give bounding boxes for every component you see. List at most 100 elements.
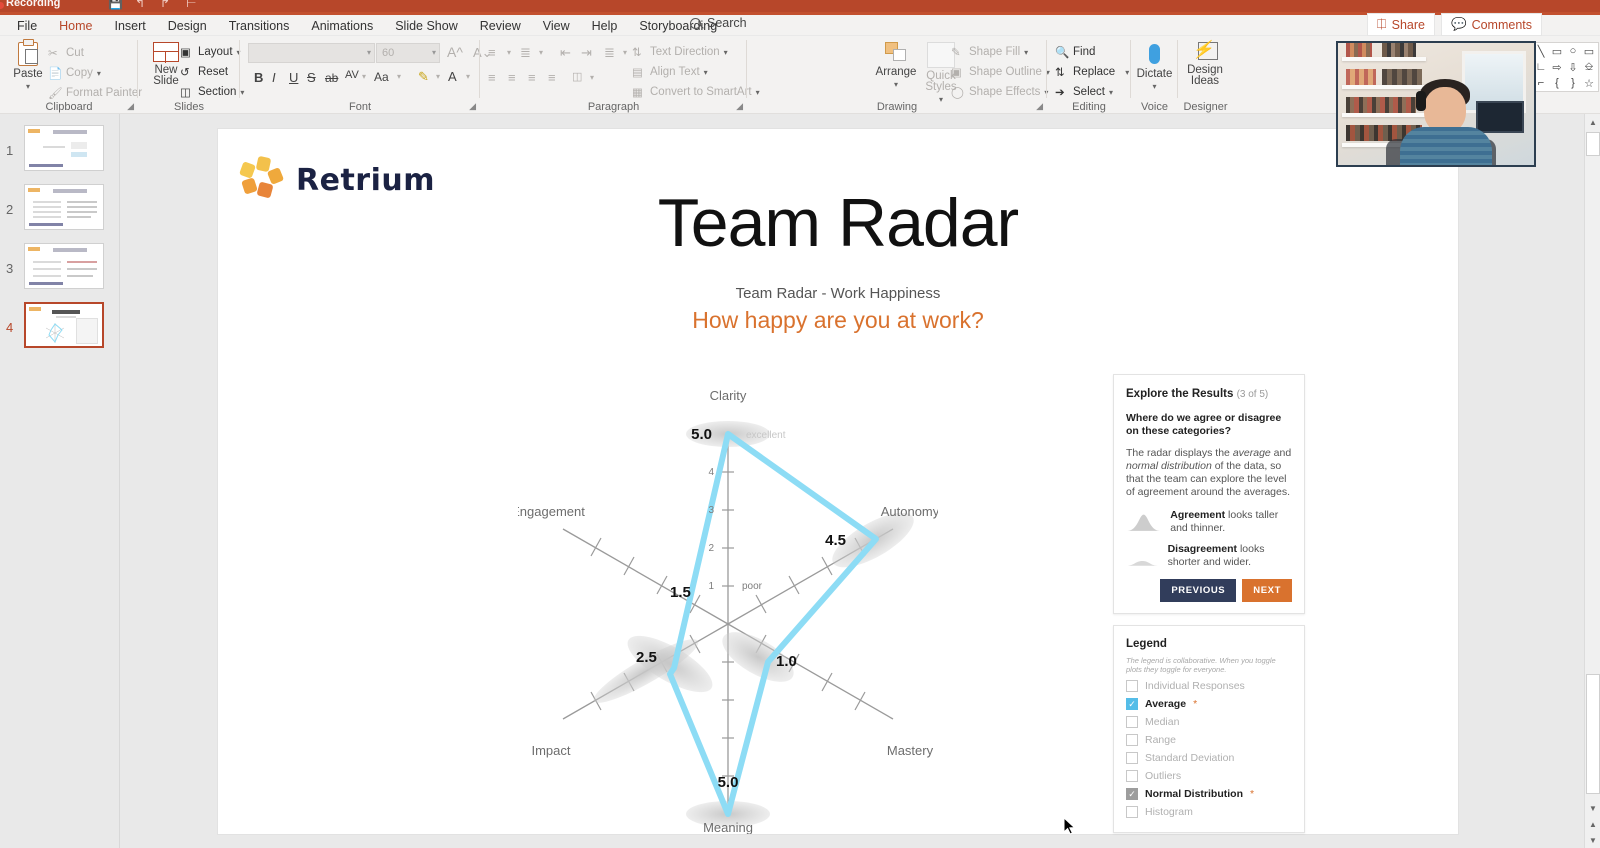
search-box[interactable]: Search	[690, 16, 747, 30]
legend-item-individual-responses[interactable]: Individual Responses	[1126, 680, 1292, 692]
align-left-button[interactable]: ≡	[488, 70, 496, 85]
strikethrough-button[interactable]: S	[307, 70, 316, 85]
legend-item-average[interactable]: ✓ Average *	[1126, 698, 1292, 710]
slide-thumbnail-3[interactable]: 3	[0, 243, 120, 301]
checkbox[interactable]	[1126, 716, 1138, 728]
chevron-down-icon[interactable]: ▾	[1109, 88, 1113, 97]
paste-button[interactable]: Paste ▾	[4, 39, 52, 92]
legend-item-range[interactable]: Range	[1126, 734, 1292, 746]
slide-thumbnail-2[interactable]: 2	[0, 184, 120, 242]
clipboard-dialog-launcher[interactable]: ◢	[127, 101, 134, 112]
increase-indent-button[interactable]: ⇥	[581, 45, 592, 61]
shape-outline-button[interactable]: ▣ Shape Outline ▾	[951, 65, 1050, 79]
shape-effects-button[interactable]: ◯ Shape Effects ▾	[951, 85, 1048, 99]
tab-review[interactable]: Review	[469, 17, 532, 35]
comments-button[interactable]: 💬 Comments	[1440, 13, 1542, 36]
tab-design[interactable]: Design	[157, 17, 218, 35]
rounded-rect-shape-icon[interactable]: ▭	[1582, 44, 1596, 58]
legend-item-standard-deviation[interactable]: Standard Deviation	[1126, 752, 1292, 764]
current-slide[interactable]: Retrium Team Radar Team Radar - Work Hap…	[218, 129, 1458, 834]
chevron-down-icon[interactable]: ▾	[1152, 82, 1156, 91]
tab-slide-show[interactable]: Slide Show	[384, 17, 469, 35]
left-brace-shape-icon[interactable]: {	[1550, 76, 1564, 90]
chevron-down-icon[interactable]: ▾	[1024, 48, 1028, 57]
elbow-arrow-icon[interactable]: ∟	[1534, 60, 1548, 74]
dictate-button[interactable]: Dictate ▾	[1131, 44, 1178, 92]
previous-button[interactable]: PREVIOUS	[1160, 579, 1237, 602]
tab-home[interactable]: Home	[48, 17, 103, 38]
replace-button[interactable]: ⇅ Replace ▾	[1055, 65, 1129, 79]
decrease-indent-button[interactable]: ⇤	[560, 45, 571, 61]
chevron-down-icon[interactable]: ▾	[724, 48, 728, 57]
tab-help[interactable]: Help	[581, 17, 629, 35]
numbering-button[interactable]: ≣	[520, 45, 531, 61]
italic-button[interactable]: I	[272, 70, 276, 85]
text-direction-button[interactable]: ⇅ Text Direction ▾	[632, 45, 728, 59]
font-color-button[interactable]: A	[448, 69, 457, 84]
chevron-down-icon[interactable]: ▾	[362, 72, 366, 81]
grow-font-button[interactable]: A^	[447, 44, 463, 60]
tab-insert[interactable]: Insert	[104, 17, 157, 35]
tab-animations[interactable]: Animations	[300, 17, 384, 35]
design-ideas-button[interactable]: ⚡ Design Ideas	[1180, 41, 1230, 87]
underline-button[interactable]: U	[289, 70, 298, 85]
select-button[interactable]: ➔ Select ▾	[1055, 85, 1113, 99]
arc-shape-icon[interactable]: ⌐	[1534, 76, 1548, 90]
align-text-button[interactable]: ▤ Align Text ▾	[632, 65, 708, 79]
checkbox[interactable]	[1126, 680, 1138, 692]
legend-item-normal-distribution[interactable]: ✓ Normal Distribution *	[1126, 788, 1292, 800]
chevron-down-icon[interactable]: ▾	[623, 48, 627, 57]
chevron-down-icon[interactable]: ▾	[894, 80, 898, 89]
scroll-thumb[interactable]	[1586, 674, 1600, 794]
undo-icon[interactable]: ↰	[135, 0, 145, 10]
font-size-input[interactable]: 60 ▾	[376, 43, 440, 63]
flowchart-shape-icon[interactable]: ⎒	[1582, 60, 1596, 74]
copy-button[interactable]: 📄 Copy ▾	[48, 66, 101, 80]
checkbox[interactable]	[1126, 734, 1138, 746]
radar-average-polygon[interactable]	[667, 431, 879, 817]
bold-button[interactable]: B	[254, 70, 263, 85]
legend-item-histogram[interactable]: Histogram	[1126, 806, 1292, 818]
chevron-down-icon[interactable]: ▾	[436, 72, 440, 81]
slide-thumbnail-pane[interactable]: 1 2 3 4	[0, 114, 120, 848]
slide-preview[interactable]	[24, 125, 104, 171]
chevron-down-icon[interactable]: ▾	[397, 72, 401, 81]
chevron-down-icon[interactable]: ▾	[539, 48, 543, 57]
chevron-down-icon[interactable]: ▾	[507, 48, 511, 57]
reset-button[interactable]: ↺ Reset	[180, 65, 228, 79]
convert-smartart-button[interactable]: ▦ Convert to SmartArt ▾	[632, 85, 760, 99]
section-button[interactable]: ◫ Section ▾	[180, 85, 244, 99]
checkbox[interactable]	[1126, 752, 1138, 764]
chevron-down-icon[interactable]: ▾	[97, 69, 101, 78]
present-icon[interactable]: ⊢	[186, 0, 196, 10]
chevron-down-icon[interactable]: ▾	[704, 68, 708, 77]
chevron-down-icon[interactable]: ▾	[432, 48, 436, 57]
legend-item-median[interactable]: Median	[1126, 716, 1292, 728]
arrange-button[interactable]: Arrange ▾	[872, 42, 920, 90]
font-dialog-launcher[interactable]: ◢	[469, 101, 476, 112]
columns-button[interactable]: ◫	[572, 70, 582, 83]
canvas-vertical-scrollbar[interactable]: ▲ ▼ ▲ ▼	[1584, 114, 1600, 848]
rectangle-shape-icon[interactable]: ▭	[1550, 44, 1564, 58]
bullets-button[interactable]: ≡	[488, 45, 496, 60]
legend-item-outliers[interactable]: Outliers	[1126, 770, 1292, 782]
redo-icon[interactable]: ↱	[160, 0, 170, 10]
right-arrow-shape-icon[interactable]: ⇨	[1550, 60, 1564, 74]
layout-button[interactable]: ▣ Layout ▾	[180, 45, 241, 59]
line-spacing-button[interactable]: ≣	[604, 45, 615, 61]
change-case-button[interactable]: Aa	[374, 70, 389, 84]
shape-fill-button[interactable]: ✎ Shape Fill ▾	[951, 45, 1028, 59]
slide-preview[interactable]	[24, 243, 104, 289]
align-right-button[interactable]: ≡	[528, 70, 536, 85]
share-button[interactable]: ⎅ Share	[1366, 13, 1435, 36]
chevron-down-icon[interactable]: ▾	[26, 82, 30, 91]
star-shape-icon[interactable]: ☆	[1582, 76, 1596, 90]
tab-file[interactable]: File	[6, 17, 48, 35]
down-arrow-shape-icon[interactable]: ⇩	[1566, 60, 1580, 74]
checkbox[interactable]: ✓	[1126, 698, 1138, 710]
font-family-input[interactable]: ▾	[248, 43, 375, 63]
save-icon[interactable]: 💾	[108, 0, 123, 10]
chevron-down-icon[interactable]: ▾	[590, 73, 594, 82]
justify-button[interactable]: ≡	[548, 70, 556, 85]
slide-preview[interactable]	[24, 184, 104, 230]
